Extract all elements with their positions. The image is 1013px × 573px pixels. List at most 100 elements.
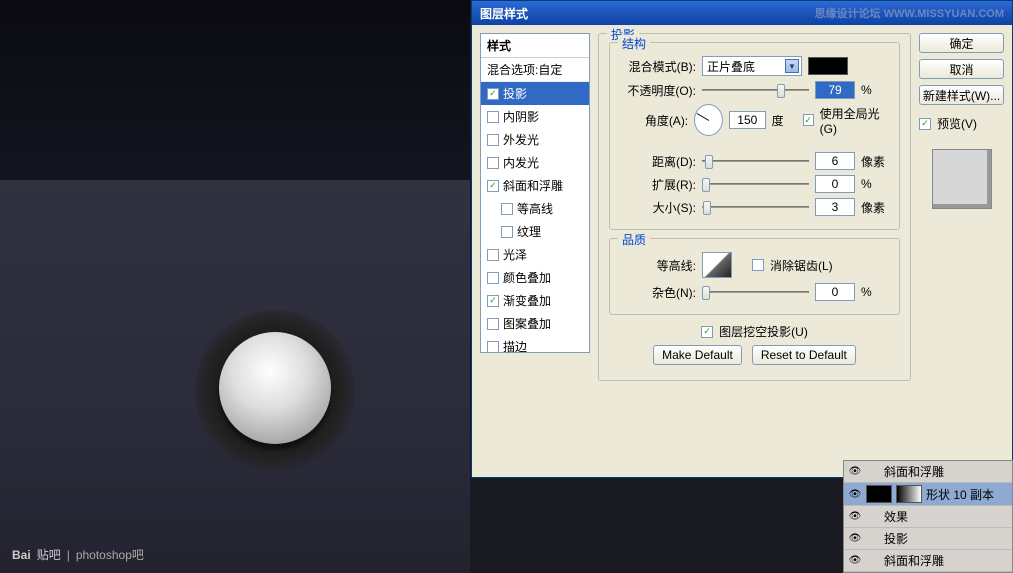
global-light-label: 使用全局光(G) — [820, 105, 889, 136]
style-item-6[interactable]: 纹理 — [481, 220, 589, 243]
style-check[interactable] — [487, 111, 499, 123]
blend-options[interactable]: 混合选项:自定 — [481, 58, 589, 82]
opacity-label: 不透明度(O): — [620, 82, 696, 99]
style-check[interactable] — [487, 157, 499, 169]
contour-label: 等高线: — [620, 257, 696, 274]
global-light-check[interactable]: ✓ — [803, 114, 814, 126]
layer-label: 投影 — [884, 530, 908, 547]
blend-mode-combo[interactable]: 正片叠底 ▼ — [702, 56, 802, 76]
size-slider[interactable] — [702, 199, 809, 215]
opacity-slider[interactable] — [702, 82, 809, 98]
layer-label: 效果 — [884, 508, 908, 525]
blend-mode-label: 混合模式(B): — [620, 58, 696, 75]
style-item-4[interactable]: ✓斜面和浮雕 — [481, 174, 589, 197]
style-label: 颜色叠加 — [503, 269, 551, 286]
style-check[interactable]: ✓ — [487, 88, 499, 100]
knockout-check[interactable]: ✓ — [701, 326, 713, 338]
eye-icon[interactable]: 👁 — [848, 533, 862, 545]
dialog-title: 图层样式 — [480, 5, 528, 22]
style-check[interactable] — [487, 272, 499, 284]
style-item-3[interactable]: 内发光 — [481, 151, 589, 174]
noise-value[interactable]: 0 — [815, 283, 855, 301]
angle-dial[interactable] — [694, 104, 723, 136]
preview-swatch — [932, 149, 992, 209]
distance-label: 距离(D): — [620, 153, 696, 170]
style-item-10[interactable]: 图案叠加 — [481, 312, 589, 335]
eye-icon[interactable]: 👁 — [848, 466, 862, 478]
style-label: 光泽 — [503, 246, 527, 263]
antialias-label: 消除锯齿(L) — [770, 257, 833, 274]
layer-row-4[interactable]: 👁斜面和浮雕 — [844, 550, 1012, 572]
style-check[interactable] — [501, 226, 513, 238]
angle-label: 角度(A): — [620, 112, 688, 129]
reset-default-button[interactable]: Reset to Default — [752, 345, 856, 365]
layer-row-1[interactable]: 👁形状 10 副本 — [844, 483, 1012, 506]
eye-icon[interactable]: 👁 — [848, 488, 862, 500]
new-style-button[interactable]: 新建样式(W)... — [919, 85, 1004, 105]
style-item-7[interactable]: 光泽 — [481, 243, 589, 266]
layer-row-0[interactable]: 👁 斜面和浮雕 — [844, 461, 1012, 483]
style-label: 外发光 — [503, 131, 539, 148]
distance-slider[interactable] — [702, 153, 809, 169]
structure-label: 结构 — [618, 35, 650, 52]
style-check[interactable] — [487, 318, 499, 330]
color-swatch[interactable] — [808, 57, 848, 75]
contour-swatch[interactable] — [702, 252, 732, 278]
layer-thumb — [866, 485, 892, 503]
ok-button[interactable]: 确定 — [919, 33, 1004, 53]
size-value[interactable]: 3 — [815, 198, 855, 216]
angle-value[interactable]: 150 — [729, 111, 766, 129]
styles-column: 样式 混合选项:自定 ✓ 投影内阴影外发光内发光 ✓斜面和浮雕等高线纹理光泽颜色叠加… — [480, 33, 590, 469]
style-label: 内发光 — [503, 154, 539, 171]
spread-slider[interactable] — [702, 176, 809, 192]
artwork-button — [195, 310, 355, 470]
style-check[interactable]: ✓ — [487, 180, 499, 192]
eye-icon[interactable]: 👁 — [848, 511, 862, 523]
knockout-label: 图层挖空投影(U) — [719, 323, 808, 340]
layer-row-3[interactable]: 👁 投影 — [844, 528, 1012, 550]
chevron-down-icon: ▼ — [785, 59, 799, 73]
style-label: 内阴影 — [503, 108, 539, 125]
preview-label: 预览(V) — [937, 115, 977, 132]
dialog-titlebar[interactable]: 图层样式 思缘设计论坛 WWW.MISSYUAN.COM — [472, 1, 1012, 25]
style-check[interactable] — [487, 134, 499, 146]
styles-header: 样式 — [481, 34, 589, 58]
style-item-9[interactable]: ✓ 渐变叠加 — [481, 289, 589, 312]
make-default-button[interactable]: Make Default — [653, 345, 742, 365]
style-item-8[interactable]: 颜色叠加 — [481, 266, 589, 289]
style-item-2[interactable]: 外发光 — [481, 128, 589, 151]
quality-label: 品质 — [618, 231, 650, 248]
distance-value[interactable]: 6 — [815, 152, 855, 170]
canvas-dark-top — [0, 0, 470, 180]
style-item-1[interactable]: 内阴影 — [481, 105, 589, 128]
opacity-value[interactable]: 79 — [815, 81, 855, 99]
cancel-button[interactable]: 取消 — [919, 59, 1004, 79]
noise-slider[interactable] — [702, 284, 809, 300]
style-check[interactable] — [487, 341, 499, 353]
layer-mask-thumb — [896, 485, 922, 503]
layer-style-dialog: 图层样式 思缘设计论坛 WWW.MISSYUAN.COM 样式 混合选项:自定 … — [471, 0, 1013, 478]
layers-panel: 👁斜面和浮雕👁形状 10 副本👁效果👁投影👁斜面和浮雕 — [843, 460, 1013, 573]
layer-label: 斜面和浮雕 — [884, 463, 944, 480]
size-label: 大小(S): — [620, 199, 696, 216]
eye-icon[interactable]: 👁 — [848, 555, 862, 567]
layer-row-2[interactable]: 👁 效果 — [844, 506, 1012, 528]
spread-label: 扩展(R): — [620, 176, 696, 193]
spread-value[interactable]: 0 — [815, 175, 855, 193]
style-item-0[interactable]: ✓ 投影 — [481, 82, 589, 105]
preview-check[interactable]: ✓ — [919, 118, 931, 130]
style-label: 纹理 — [517, 223, 541, 240]
antialias-check[interactable] — [752, 259, 764, 271]
noise-label: 杂色(N): — [620, 284, 696, 301]
style-label: 渐变叠加 — [503, 292, 551, 309]
style-item-5[interactable]: 等高线 — [481, 197, 589, 220]
footer-watermark: Bai 贴吧 | photoshop吧 — [12, 546, 144, 563]
style-label: 图案叠加 — [503, 315, 551, 332]
canvas-area — [0, 0, 470, 573]
style-item-11[interactable]: 描边 — [481, 335, 589, 358]
style-check[interactable] — [501, 203, 513, 215]
style-label: 投影 — [503, 85, 527, 102]
style-check[interactable]: ✓ — [487, 295, 499, 307]
style-check[interactable] — [487, 249, 499, 261]
style-label: 描边 — [503, 338, 527, 355]
